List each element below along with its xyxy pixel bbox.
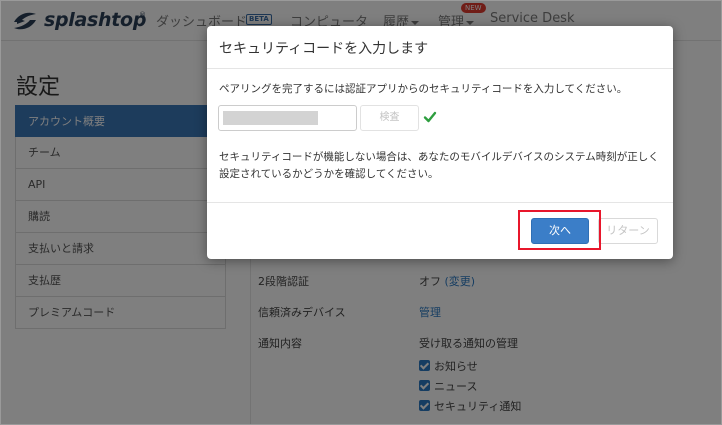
dialog-note: セキュリティコードが機能しない場合は、あなたのモバイルデバイスのシステム時刻が正… [219, 151, 659, 180]
screenshot-frame: splashtop ® ダッシュボード BETA コンピュータ 履歴 管理 NE… [0, 0, 722, 425]
dialog-header: セキュリティコードを入力します [207, 26, 673, 69]
checkmark-icon [423, 111, 437, 123]
next-button-highlight [518, 210, 601, 250]
security-code-input[interactable] [218, 105, 357, 131]
security-code-dialog: セキュリティコードを入力します ペアリングを完了するには認証アプリからのセキュリ… [207, 26, 673, 259]
verify-button[interactable]: 検査 [360, 105, 419, 131]
return-button[interactable]: リターン [598, 218, 658, 244]
dialog-instruction: ペアリングを完了するには認証アプリからのセキュリティコードを入力してください。 [219, 83, 628, 95]
dialog-title: セキュリティコードを入力します [219, 41, 429, 57]
dialog-footer-divider [207, 202, 673, 203]
redacted-code-value [223, 111, 318, 125]
